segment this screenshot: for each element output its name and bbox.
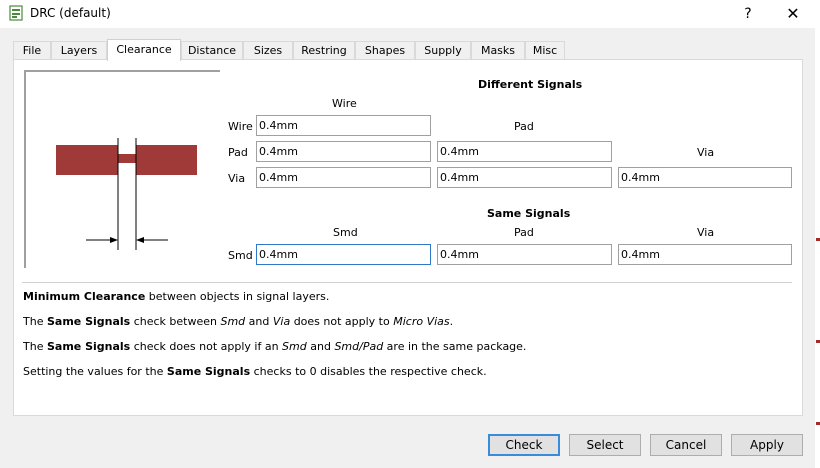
info-line-2-text-c: and bbox=[245, 315, 273, 328]
clearance-illustration bbox=[24, 70, 220, 268]
tab-clearance[interactable]: Clearance bbox=[107, 39, 181, 61]
tab-sizes[interactable]: Sizes bbox=[243, 41, 293, 59]
tab-masks[interactable]: Masks bbox=[471, 41, 525, 59]
column-label-smd: Smd bbox=[333, 226, 358, 239]
help-button[interactable]: ? bbox=[733, 2, 763, 26]
info-line-2-text-b: check between bbox=[130, 315, 221, 328]
info-line-2-italic-microvias: Micro Vias bbox=[393, 315, 450, 328]
tab-file[interactable]: File bbox=[13, 41, 51, 59]
via-pad-input[interactable] bbox=[437, 167, 612, 188]
info-line-1-text: between objects in signal layers. bbox=[145, 290, 330, 303]
pad-wire-input[interactable] bbox=[256, 141, 431, 162]
tab-restring[interactable]: Restring bbox=[293, 41, 355, 59]
row-label-smd: Smd bbox=[228, 249, 253, 262]
info-line-3-italic-smdpad: Smd/Pad bbox=[334, 340, 384, 353]
info-line-4-text-a: Setting the values for the bbox=[23, 365, 167, 378]
cancel-button[interactable]: Cancel bbox=[650, 434, 722, 456]
smd-via-input[interactable] bbox=[618, 244, 792, 265]
info-line-2: The Same Signals check between Smd and V… bbox=[23, 315, 453, 328]
info-line-4-bold: Same Signals bbox=[166, 365, 251, 378]
info-line-3-text-d: are in the same package. bbox=[383, 340, 527, 353]
select-button[interactable]: Select bbox=[569, 434, 641, 456]
info-line-3-text-c: and bbox=[306, 340, 335, 353]
via-wire-input[interactable] bbox=[256, 167, 431, 188]
info-line-4-text-b: checks to 0 disables the respective chec… bbox=[250, 365, 487, 378]
info-line-3-text-a: The bbox=[23, 340, 47, 353]
row-label-wire: Wire bbox=[228, 120, 253, 133]
title-bar: DRC (default) ? ✕ bbox=[0, 0, 820, 28]
different-signals-heading: Different Signals bbox=[478, 78, 583, 91]
column-label-via: Via bbox=[697, 146, 715, 159]
check-button[interactable]: Check bbox=[488, 434, 560, 456]
app-icon bbox=[9, 5, 23, 21]
info-line-3-text-b: check does not apply if an bbox=[130, 340, 283, 353]
close-button[interactable]: ✕ bbox=[777, 2, 809, 26]
row-label-via: Via bbox=[228, 172, 246, 185]
tab-misc[interactable]: Misc bbox=[525, 41, 565, 59]
apply-button[interactable]: Apply bbox=[731, 434, 803, 456]
row-label-pad: Pad bbox=[228, 146, 248, 159]
info-line-4: Setting the values for the Same Signals … bbox=[23, 365, 487, 378]
column-label-wire: Wire bbox=[332, 97, 357, 110]
pad-pad-input[interactable] bbox=[437, 141, 612, 162]
info-line-3-italic-smd: Smd bbox=[282, 340, 307, 353]
info-line-1-bold: Minimum Clearance bbox=[23, 290, 146, 303]
column-label-pad: Pad bbox=[514, 120, 534, 133]
info-line-2-bold: Same Signals bbox=[46, 315, 131, 328]
window-title: DRC (default) bbox=[30, 6, 111, 20]
tab-layers[interactable]: Layers bbox=[51, 41, 107, 59]
tab-shapes[interactable]: Shapes bbox=[355, 41, 415, 59]
info-line-1: Minimum Clearance between objects in sig… bbox=[23, 290, 329, 303]
info-line-3: The Same Signals check does not apply if… bbox=[23, 340, 526, 353]
background-window-edge bbox=[815, 28, 820, 468]
via-via-input[interactable] bbox=[618, 167, 792, 188]
column-label-pad-same: Pad bbox=[514, 226, 534, 239]
column-label-via-same: Via bbox=[697, 226, 715, 239]
info-line-2-text-a: The bbox=[23, 315, 47, 328]
tab-supply[interactable]: Supply bbox=[415, 41, 471, 59]
tab-distance[interactable]: Distance bbox=[181, 41, 243, 59]
info-line-2-text-d: does not apply to bbox=[290, 315, 394, 328]
info-line-2-text-e: . bbox=[449, 315, 454, 328]
same-signals-heading: Same Signals bbox=[487, 207, 571, 220]
info-line-2-italic-smd: Smd bbox=[220, 315, 246, 328]
smd-smd-input[interactable] bbox=[256, 244, 431, 265]
separator bbox=[22, 282, 792, 283]
smd-pad-input[interactable] bbox=[437, 244, 612, 265]
info-line-2-italic-via: Via bbox=[272, 315, 291, 328]
info-line-3-bold: Same Signals bbox=[46, 340, 131, 353]
wire-wire-input[interactable] bbox=[256, 115, 431, 136]
